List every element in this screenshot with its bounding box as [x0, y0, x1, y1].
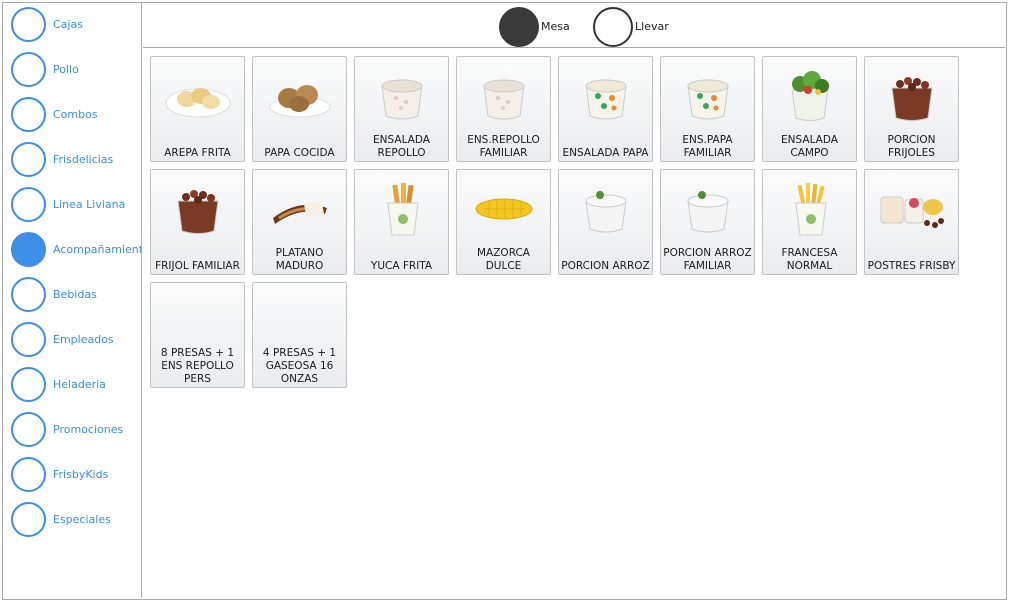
product-tile-postres-frisby[interactable]: POSTRES FRISBY — [864, 169, 959, 275]
category-circle-icon — [11, 367, 46, 402]
category-especiales[interactable]: Especiales — [11, 502, 141, 542]
category-frisbykids[interactable]: FrisbyKids — [11, 457, 141, 497]
product-name: MAZORCA DULCE — [477, 247, 530, 272]
category-sidebar: Cajas Pollo Combos Frisdelicias Linea Li… — [3, 3, 142, 598]
product-name: 4 PRESAS + 1 GASEOSA 16 ONZAS — [262, 347, 337, 385]
product-name: PORCION FRIJOLES — [887, 134, 936, 159]
product-name: ENSALADA CAMPO — [781, 134, 838, 159]
category-label: Especiales — [53, 513, 111, 526]
product-tile-porcion-arroz-familiar[interactable]: PORCION ARROZ FAMILIAR — [660, 169, 755, 275]
product-tile-mazorca-dulce[interactable]: MAZORCA DULCE — [456, 169, 551, 275]
category-circle-icon — [11, 187, 46, 222]
category-empleados[interactable]: Empleados — [11, 322, 141, 362]
product-tile-ens-papa-familiar[interactable]: ENS.PAPA FAMILIAR — [660, 56, 755, 162]
product-tile-platano-maduro[interactable]: PLATANO MADURO — [252, 169, 347, 275]
category-linea-liviana[interactable]: Linea Liviana — [11, 187, 141, 227]
category-bebidas[interactable]: Bebidas — [11, 277, 141, 317]
category-circle-icon — [11, 277, 46, 312]
category-circle-icon — [11, 502, 46, 537]
product-name: POSTRES FRISBY — [867, 260, 956, 272]
product-grid: AREPA FRITA PAPA COCIDA ENSALADA REPOLLO… — [143, 48, 1005, 598]
category-label: Cajas — [53, 18, 83, 31]
product-tile-porcion-arroz[interactable]: PORCION ARROZ — [558, 169, 653, 275]
category-circle-icon — [11, 412, 46, 447]
product-tile-yuca-frita[interactable]: YUCA FRITA — [354, 169, 449, 275]
product-name: ENSALADA PAPA — [562, 147, 649, 159]
category-heladeria[interactable]: Heladeria — [11, 367, 141, 407]
category-label: Combos — [53, 108, 98, 121]
category-label: Pollo — [53, 63, 79, 76]
product-tile-papa-cocida[interactable]: PAPA COCIDA — [252, 56, 347, 162]
category-label: Empleados — [53, 333, 114, 346]
product-name: PORCION ARROZ — [561, 260, 650, 272]
product-tile-porcion-frijoles[interactable]: PORCION FRIJOLES — [864, 56, 959, 162]
product-name: FRIJOL FAMILIAR — [155, 260, 240, 272]
category-label: Acompañamientos — [53, 243, 142, 256]
category-label: Linea Liviana — [53, 198, 126, 211]
product-tile-arepa-frita[interactable]: AREPA FRITA — [150, 56, 245, 162]
product-tile-francesa-normal[interactable]: FRANCESA NORMAL — [762, 169, 857, 275]
product-tile-ensalada-repollo[interactable]: ENSALADA REPOLLO — [354, 56, 449, 162]
category-label: Bebidas — [53, 288, 97, 301]
product-name: PLATANO MADURO — [275, 247, 324, 272]
order-type-label: Llevar — [635, 20, 669, 33]
category-cajas[interactable]: Cajas — [11, 7, 141, 47]
order-type-bar: Mesa Llevar — [143, 3, 1005, 48]
category-label: Frisdelicias — [53, 153, 114, 166]
product-tile-combo-4-presas[interactable]: 4 PRESAS + 1 GASEOSA 16 ONZAS — [252, 282, 347, 388]
product-name: FRANCESA NORMAL — [781, 247, 838, 272]
radio-dot-icon — [499, 7, 539, 47]
category-circle-icon — [11, 457, 46, 492]
category-circle-icon — [11, 7, 46, 42]
category-circle-icon — [11, 97, 46, 132]
category-label: Promociones — [53, 423, 124, 436]
product-name: YUCA FRITA — [370, 260, 433, 272]
product-name: ENSALADA REPOLLO — [373, 134, 430, 159]
category-combos[interactable]: Combos — [11, 97, 141, 137]
product-tile-ens-repollo-familiar[interactable]: ENS.REPOLLO FAMILIAR — [456, 56, 551, 162]
category-circle-icon — [11, 52, 46, 87]
product-tile-combo-8-presas[interactable]: 8 PRESAS + 1 ENS REPOLLO PERS — [150, 282, 245, 388]
category-circle-icon — [11, 322, 46, 357]
category-promociones[interactable]: Promociones — [11, 412, 141, 452]
product-tile-ensalada-papa[interactable]: ENSALADA PAPA — [558, 56, 653, 162]
product-name: AREPA FRITA — [164, 147, 231, 159]
category-acompanamientos[interactable]: Acompañamientos — [11, 232, 142, 272]
category-label: Heladeria — [53, 378, 106, 391]
order-type-label: Mesa — [541, 20, 570, 33]
product-name: 8 PRESAS + 1 ENS REPOLLO PERS — [160, 347, 235, 385]
product-name: ENS.REPOLLO FAMILIAR — [467, 134, 540, 159]
product-name: ENS.PAPA FAMILIAR — [682, 134, 733, 159]
category-pollo[interactable]: Pollo — [11, 52, 141, 92]
product-tile-frijol-familiar[interactable]: FRIJOL FAMILIAR — [150, 169, 245, 275]
radio-dot-icon — [593, 7, 633, 47]
product-name: PAPA COCIDA — [264, 147, 335, 159]
product-tile-ensalada-campo[interactable]: ENSALADA CAMPO — [762, 56, 857, 162]
category-circle-icon — [11, 232, 46, 267]
product-name: PORCION ARROZ FAMILIAR — [663, 247, 752, 272]
category-circle-icon — [11, 142, 46, 177]
category-label: FrisbyKids — [53, 468, 109, 481]
category-frisdelicias[interactable]: Frisdelicias — [11, 142, 141, 182]
